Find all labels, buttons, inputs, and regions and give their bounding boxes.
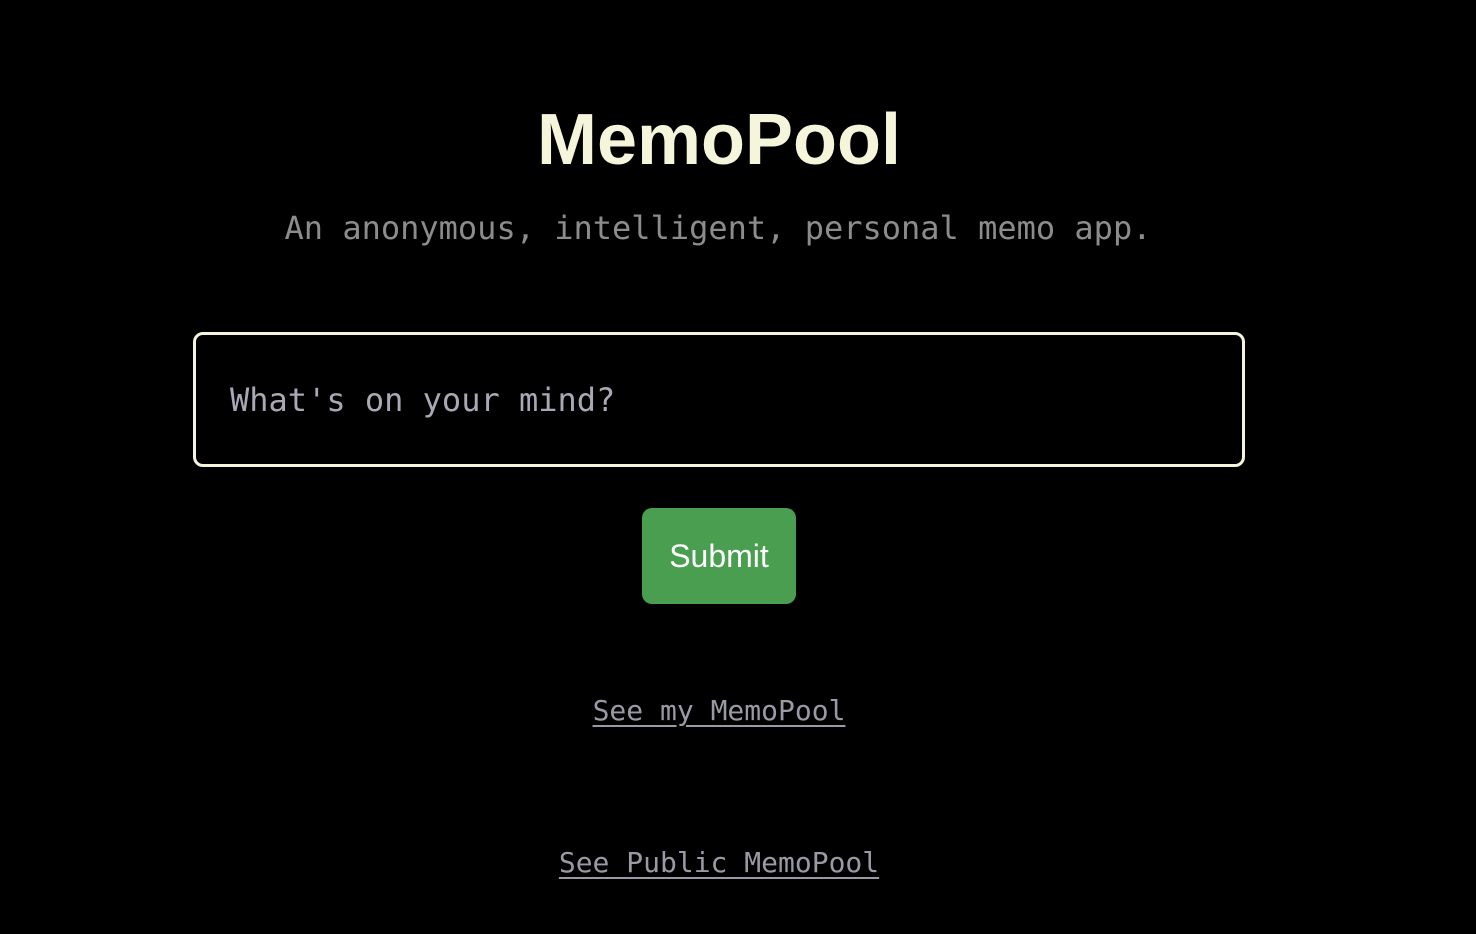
- my-memopool-link-row: See my MemoPool: [0, 691, 1438, 731]
- page-title: MemoPool: [536, 100, 901, 180]
- submit-button[interactable]: Submit: [642, 508, 796, 604]
- memo-input[interactable]: [193, 332, 1245, 467]
- see-my-memopool-link[interactable]: See my MemoPool: [593, 694, 846, 727]
- memopool-home-page: MemoPool An anonymous, intelligent, pers…: [0, 0, 1476, 934]
- page-subtitle: An anonymous, intelligent, personal memo…: [284, 209, 1152, 247]
- public-memopool-link-row: See Public MemoPool: [0, 843, 1438, 883]
- see-public-memopool-link[interactable]: See Public MemoPool: [559, 846, 879, 879]
